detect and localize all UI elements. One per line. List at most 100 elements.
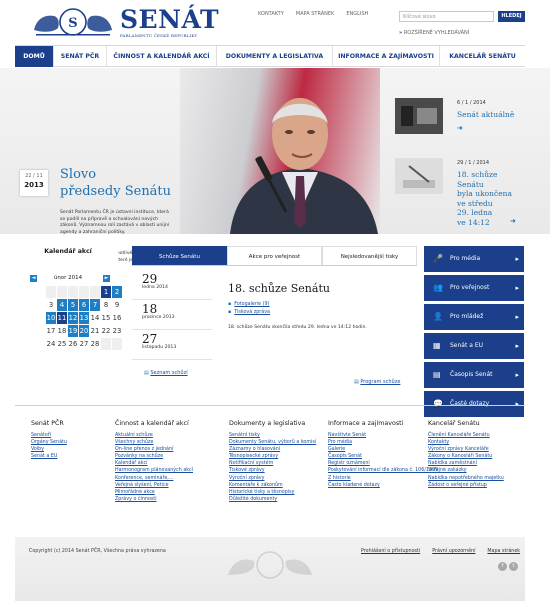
footer-link[interactable]: Notifikační systém <box>229 460 316 467</box>
footer-link[interactable]: Komentáře k zákonům <box>229 482 316 489</box>
footer-link[interactable]: Výroční zprávy <box>229 475 316 482</box>
calendar-day[interactable]: 16 <box>112 312 122 324</box>
session-date-item[interactable]: 18 prosince 2013 <box>132 300 212 330</box>
footer-link[interactable]: Důležité dokumenty <box>229 496 316 503</box>
calendar-day[interactable]: 11 <box>57 312 67 324</box>
nav-senate[interactable]: SENÁT PČR <box>54 46 107 67</box>
calendar-day[interactable]: 18 <box>57 325 67 337</box>
quick-link-magazine[interactable]: ▤ Časopis Senát ▸ <box>424 362 524 388</box>
calendar-day[interactable]: 15 <box>101 312 111 324</box>
footer-link[interactable]: Často kladené dotazy <box>328 482 438 489</box>
footer-link[interactable]: Senátoři <box>31 432 67 439</box>
doc-link-label[interactable]: Tisková zpráva <box>234 310 270 315</box>
sitemap-link[interactable]: Mapa stránek <box>487 549 520 554</box>
footer-link[interactable]: Senát a EU <box>31 453 67 460</box>
footer-link[interactable]: Všechny schůze <box>115 439 193 446</box>
calendar-day[interactable]: 26 <box>68 338 78 350</box>
footer-link[interactable]: Mimořádné akce <box>115 489 193 496</box>
nav-activity-calendar[interactable]: ČINNOST A KALENDÁŘ AKCÍ <box>107 46 217 67</box>
quick-link-youth[interactable]: 👤 Pro mládež ▸ <box>424 304 524 330</box>
session-date-item[interactable]: 29 ledna 2014 <box>132 270 212 300</box>
calendar-day[interactable]: 4 <box>57 299 67 311</box>
session-list-link[interactable]: ▤ Seznam schůzí <box>144 370 188 376</box>
legal-notice-link[interactable]: Právní upozornění <box>432 549 475 554</box>
footer-link[interactable]: Volby <box>31 446 67 453</box>
calendar-day[interactable]: 25 <box>57 338 67 350</box>
program-label[interactable]: Program schůze <box>360 379 400 385</box>
footer-link[interactable]: Zprávy o činnosti <box>115 496 193 503</box>
calendar-day[interactable]: 13 <box>79 312 89 324</box>
top-link-contacts[interactable]: KONTAKTY <box>258 11 284 17</box>
twitter-icon[interactable]: t <box>509 562 518 571</box>
nav-information[interactable]: INFORMACE A ZAJÍMAVOSTI <box>333 46 440 67</box>
hero-title[interactable]: Slovo předsedy Senátu <box>60 166 171 200</box>
calendar-day[interactable]: 10 <box>46 312 56 324</box>
calendar-day[interactable]: 6 <box>79 299 89 311</box>
advanced-search-link[interactable]: » ROZŠÍŘENÉ VYHLEDÁVÁNÍ <box>399 30 469 36</box>
top-link-sitemap[interactable]: MAPA STRÁNEK <box>296 11 335 17</box>
footer-link[interactable]: Záznamy o hlasování <box>229 446 316 453</box>
calendar-day[interactable]: 22 <box>101 325 111 337</box>
footer-link[interactable]: Konference, semináře,... <box>115 475 193 482</box>
quick-link-media[interactable]: 🎤 Pro média ▸ <box>424 246 524 272</box>
quick-link-public[interactable]: 👥 Pro veřejnost ▸ <box>424 275 524 301</box>
nav-documents-legislation[interactable]: DOKUMENTY A LEGISLATIVA <box>217 46 333 67</box>
session-date-item[interactable]: 27 listopadu 2013 <box>132 330 212 360</box>
search-input[interactable]: Klíčové slovo <box>399 11 494 22</box>
calendar-day[interactable]: 27 <box>79 338 89 350</box>
footer-link[interactable]: Kontakty <box>428 439 504 446</box>
footer-column-heading[interactable]: Kancelář Senátu <box>428 420 504 427</box>
calendar-day[interactable]: 9 <box>112 299 122 311</box>
footer-link[interactable]: On-line přenos z jednání <box>115 446 193 453</box>
calendar-day[interactable]: 14 <box>90 312 100 324</box>
footer-link[interactable]: Pro média <box>328 439 438 446</box>
footer-link[interactable]: Harmonogram plánovaných akcí <box>115 467 193 474</box>
calendar-day[interactable]: 19 <box>68 325 78 337</box>
footer-link[interactable]: Registr oznámení <box>328 460 438 467</box>
footer-link[interactable]: Veřejné zakázky <box>428 467 504 474</box>
tab-most-watched[interactable]: Nejsledovanější tisky <box>322 246 417 265</box>
footer-link[interactable]: Časopis Senát <box>328 453 438 460</box>
nav-senate-office[interactable]: KANCELÁŘ SENÁTU <box>440 46 525 67</box>
search-button[interactable]: HLEDEJ <box>498 11 525 22</box>
footer-link[interactable]: Senátní tisky <box>229 432 316 439</box>
calendar-day[interactable]: 28 <box>90 338 100 350</box>
footer-link[interactable]: Historické tisky a těsnopisy <box>229 489 316 496</box>
footer-link[interactable]: Dokumenty Senátu, výborů a komisí <box>229 439 316 446</box>
calendar-day[interactable]: 23 <box>112 325 122 337</box>
program-link[interactable]: ▤ Program schůze <box>354 379 400 385</box>
footer-link[interactable]: Navštivte Senát <box>328 432 438 439</box>
footer-link[interactable]: Veřejná slyšení, Petice <box>115 482 193 489</box>
quick-link-eu[interactable]: ▦ Senát a EU ▸ <box>424 333 524 359</box>
doc-link[interactable]: ▪ Tisková zpráva <box>228 310 270 315</box>
footer-column-heading[interactable]: Činnost a kalendář akcí <box>115 420 193 427</box>
calendar-day[interactable]: 1 <box>101 286 111 298</box>
footer-link[interactable]: Kalendář akcí <box>115 460 193 467</box>
calendar-day[interactable]: 2 <box>112 286 122 298</box>
footer-link[interactable]: Žádost o veřejné přístup <box>428 482 504 489</box>
footer-link[interactable]: Nabídka nepotřebného majetku <box>428 475 504 482</box>
calendar-day[interactable]: 7 <box>90 299 100 311</box>
top-link-english[interactable]: ENGLISH <box>346 11 368 17</box>
calendar-day[interactable]: 3 <box>46 299 56 311</box>
footer-link[interactable]: Tiskové zprávy <box>229 467 316 474</box>
nav-home[interactable]: DOMŮ <box>15 46 54 67</box>
footer-column-heading[interactable]: Senát PČR <box>31 420 67 427</box>
tab-senate-sessions[interactable]: Schůze Senátu <box>132 246 227 265</box>
calendar-day[interactable]: 5 <box>68 299 78 311</box>
footer-column-heading[interactable]: Informace a zajímavosti <box>328 420 438 427</box>
session-list-label[interactable]: Seznam schůzí <box>150 370 187 376</box>
tab-public-events[interactable]: Akce pro veřejnost <box>227 246 322 265</box>
footer-column-heading[interactable]: Dokumenty a legislativa <box>229 420 316 427</box>
calendar-day[interactable]: 8 <box>101 299 111 311</box>
footer-link[interactable]: Těsnopisecké zprávy <box>229 453 316 460</box>
doc-link-label[interactable]: Fotogalerie (9) <box>234 302 269 307</box>
footer-link[interactable]: Poskytování informací dle zákona č. 106/… <box>328 467 438 474</box>
footer-link[interactable]: Aktuální schůze <box>115 432 193 439</box>
calendar-day[interactable]: 21 <box>90 325 100 337</box>
footer-link[interactable]: Z historie <box>328 475 438 482</box>
footer-link[interactable]: Nabídka zaměstnání <box>428 460 504 467</box>
footer-link[interactable]: Výroční zprávy Kanceláře <box>428 446 504 453</box>
footer-link[interactable]: Orgány Senátu <box>31 439 67 446</box>
doc-link[interactable]: ▪ Fotogalerie (9) <box>228 302 269 307</box>
